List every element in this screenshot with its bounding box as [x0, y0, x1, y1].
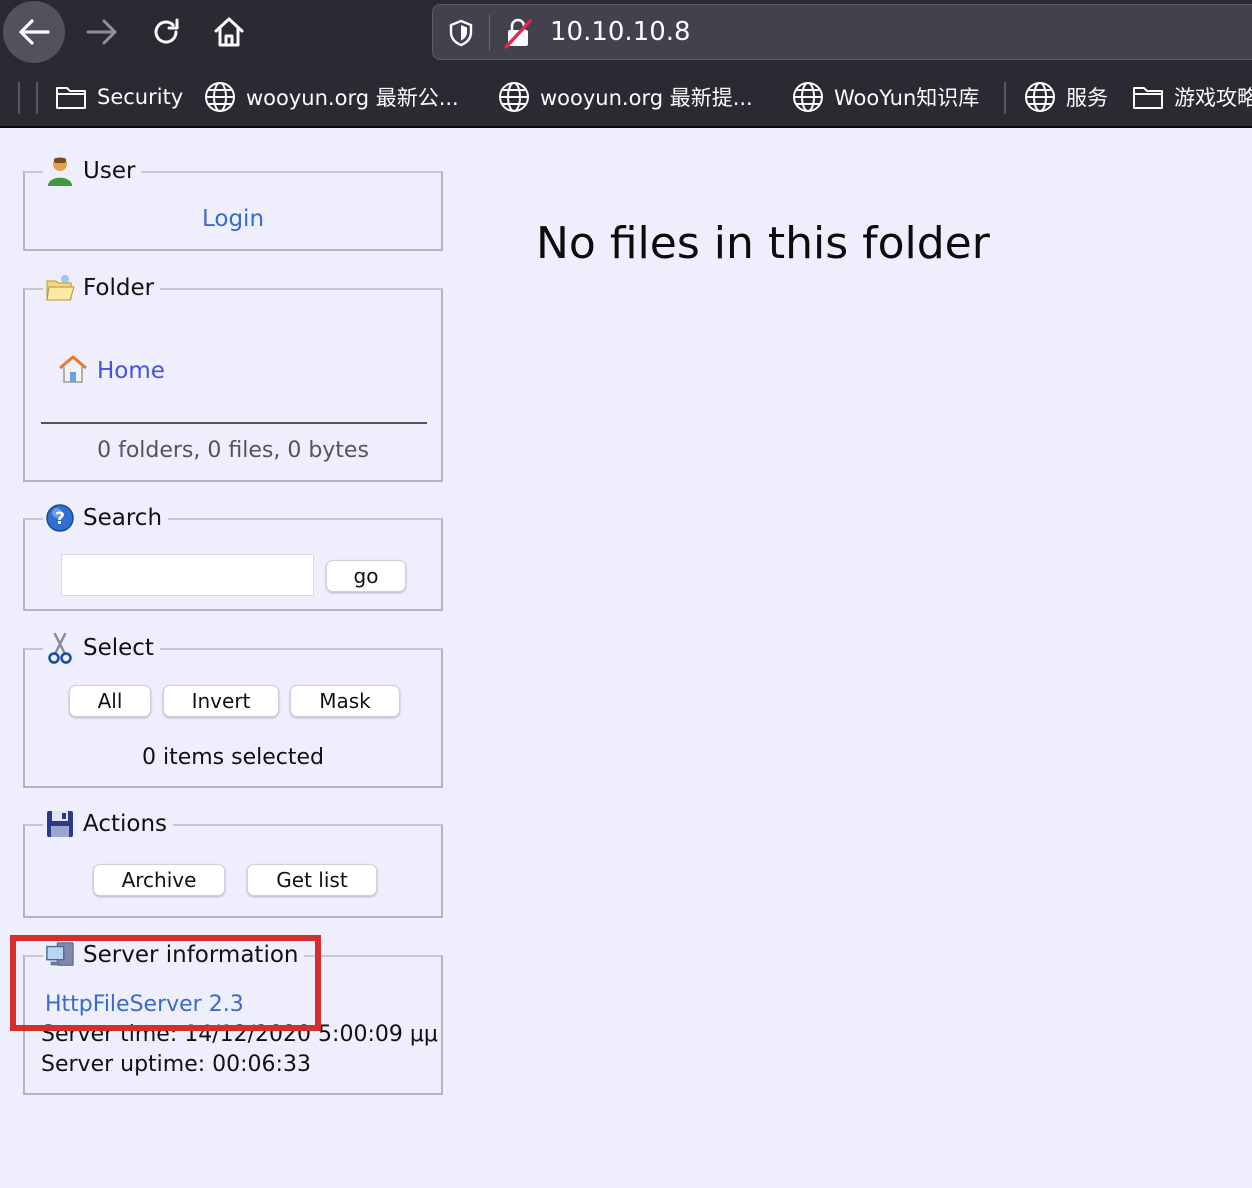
globe-icon: [793, 82, 823, 112]
select-invert-button[interactable]: Invert: [163, 685, 279, 717]
globe-icon: [205, 82, 235, 112]
search-title: Search: [83, 505, 163, 531]
bookmark-wooyun-kb[interactable]: WooYun知识库: [792, 80, 979, 114]
select-panel: Select All Invert Mask 0 items selected: [23, 630, 443, 788]
bookmark-label: WooYun知识库: [834, 86, 980, 110]
arrow-right-icon: [86, 19, 117, 45]
get-list-button[interactable]: Get list: [247, 864, 377, 896]
bookmark-label: 游戏攻略: [1174, 86, 1252, 110]
archive-button[interactable]: Archive: [93, 864, 225, 896]
folder-divider: [41, 422, 427, 424]
search-input[interactable]: [61, 554, 314, 596]
scissors-icon: [45, 632, 75, 664]
bookmark-security[interactable]: Security: [55, 80, 183, 114]
url-divider: [489, 15, 490, 51]
save-icon: [45, 809, 75, 839]
select-title: Select: [83, 635, 154, 661]
svg-text:?: ?: [55, 509, 65, 529]
insecure-lock-icon[interactable]: [503, 17, 533, 49]
bookmark-label: Security: [97, 85, 184, 109]
user-icon: [45, 156, 75, 186]
bookmark-label: wooyun.org 最新公...: [246, 86, 459, 110]
select-mask-button[interactable]: Mask: [290, 685, 400, 717]
bookmark-games[interactable]: 游戏攻略: [1132, 80, 1252, 114]
user-title: User: [83, 158, 136, 184]
select-all-button[interactable]: All: [69, 685, 151, 717]
folder-title: Folder: [83, 275, 155, 301]
home-link-row[interactable]: Home: [57, 354, 165, 388]
address-bar[interactable]: 10.10.10.8: [432, 4, 1252, 60]
home-icon: [214, 17, 244, 47]
back-button[interactable]: [3, 1, 65, 63]
login-link[interactable]: Login: [25, 206, 441, 232]
folder-open-icon: [45, 273, 75, 303]
user-panel: User Login: [23, 153, 443, 251]
globe-icon: [1025, 82, 1055, 112]
actions-panel: Actions Archive Get list: [23, 806, 443, 918]
search-legend: ? Search: [43, 500, 169, 536]
arrow-left-icon: [19, 19, 50, 45]
home-link[interactable]: Home: [97, 358, 165, 384]
forward-button[interactable]: [70, 2, 134, 62]
search-panel: ? Search go: [23, 500, 443, 611]
bookmark-label: wooyun.org 最新提...: [540, 86, 753, 110]
url-text[interactable]: 10.10.10.8: [550, 17, 691, 47]
bookmark-label: 服务: [1066, 86, 1108, 110]
bookmarks-bar: Security wooyun.org 最新公... wooyun.org 最新…: [0, 64, 1252, 128]
server-uptime: Server uptime: 00:06:33: [41, 1052, 311, 1077]
search-go-button[interactable]: go: [326, 560, 406, 592]
bookmark-separator: [1004, 82, 1006, 114]
folder-stats: 0 folders, 0 files, 0 bytes: [97, 438, 369, 463]
reload-icon: [154, 18, 179, 44]
home-icon: [57, 354, 89, 388]
shield-icon[interactable]: [449, 19, 473, 47]
empty-folder-message: No files in this folder: [536, 218, 990, 269]
browser-toolbar: 10.10.10.8: [0, 0, 1252, 64]
folder-panel: Folder Home 0 folders, 0 files, 0 bytes: [23, 270, 443, 482]
reload-button[interactable]: [134, 2, 198, 62]
actions-legend: Actions: [43, 806, 174, 842]
bookmark-wooyun-2[interactable]: wooyun.org 最新提...: [498, 80, 753, 114]
bookmark-separator: [18, 82, 20, 114]
user-legend: User: [43, 153, 142, 189]
folder-legend: Folder: [43, 270, 161, 306]
select-legend: Select: [43, 630, 160, 666]
selected-count: 0 items selected: [141, 745, 324, 770]
bookmark-services[interactable]: 服务: [1024, 80, 1108, 114]
folder-icon: [56, 87, 86, 109]
home-button[interactable]: [197, 2, 261, 62]
actions-title: Actions: [83, 811, 168, 837]
bookmark-wooyun-1[interactable]: wooyun.org 最新公...: [204, 80, 459, 114]
globe-icon: [499, 82, 529, 112]
folder-icon: [1133, 87, 1163, 109]
help-icon: ?: [45, 503, 75, 533]
bookmark-separator: [36, 82, 38, 114]
annotation-highlight-box: [10, 935, 321, 1031]
